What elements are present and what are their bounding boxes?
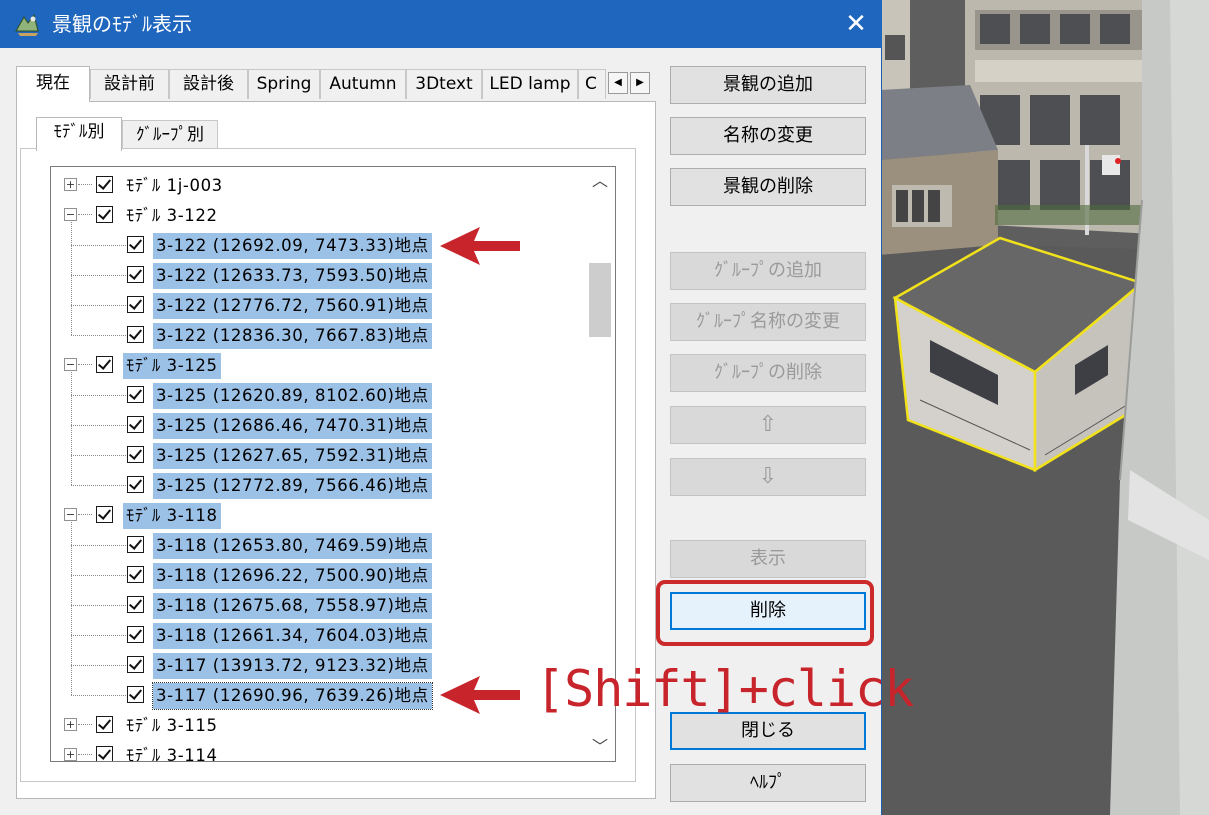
arrow-left-icon [440,227,520,265]
tab-partial[interactable]: C [578,69,606,99]
close-icon[interactable]: ✕ [830,0,882,48]
point-label: 3-117 (13913.72, 9123.32)地点 [153,653,432,679]
model-checkbox[interactable] [96,206,113,223]
tree-point-row[interactable]: 3-118 (12675.68, 7558.97)地点 [51,590,585,620]
tree-point-row[interactable]: 3-122 (12836.30, 7667.83)地点 [51,320,585,350]
move-up-icon[interactable]: ⇧ [670,406,866,444]
expand-icon[interactable]: + [64,178,77,191]
add-scene-button[interactable]: 景観の追加 [670,66,866,104]
tree-model-row[interactable]: − ﾓﾃﾞﾙ 3-125 [51,350,585,380]
point-checkbox[interactable] [127,446,144,463]
model-label: ﾓﾃﾞﾙ 3-122 [126,206,218,225]
tab-after-design[interactable]: 設計後 [169,69,248,99]
help-button[interactable]: ﾍﾙﾌﾟ [670,764,866,802]
scene-model-dialog: 景観のﾓﾃﾞﾙ表示 ✕ 現在 設計前 設計後 Spring Autumn 3Dt… [0,0,914,815]
tree-point-row[interactable]: 3-125 (12686.46, 7470.31)地点 [51,410,585,440]
point-checkbox[interactable] [127,596,144,613]
tree-point-row[interactable]: 3-118 (12696.22, 7500.90)地点 [51,560,585,590]
delete-scene-button[interactable]: 景観の削除 [670,168,866,206]
point-label: 3-125 (12772.89, 7566.46)地点 [153,473,432,499]
move-down-icon[interactable]: ⇩ [670,458,866,496]
model-tree-view[interactable]: + ﾓﾃﾞﾙ 1j-003 − ﾓﾃﾞﾙ 3-122 3-122 (12692.09, … [50,166,616,762]
subtab-by-model[interactable]: ﾓﾃﾞﾙ別 [36,117,122,151]
point-checkbox[interactable] [127,626,144,643]
tree-point-row[interactable]: 3-125 (12627.65, 7592.31)地点 [51,440,585,470]
model-label: ﾓﾃﾞﾙ 3-115 [126,716,218,735]
point-label: 3-122 (12692.09, 7473.33)地点 [153,233,432,259]
tab-scroll-right-icon[interactable]: ▶ [630,72,650,94]
model-checkbox[interactable] [96,746,113,761]
shift-click-annotation: [Shift]+click [535,660,914,718]
point-label: 3-125 (12686.46, 7470.31)地点 [153,413,432,439]
tab-led-lamp[interactable]: LED lamp [482,69,578,99]
model-checkbox[interactable] [96,716,113,733]
model-label: ﾓﾃﾞﾙ 3-125 [123,353,221,379]
point-checkbox[interactable] [127,266,144,283]
tree-point-row[interactable]: 3-125 (12772.89, 7566.46)地点 [51,470,585,500]
tab-scroll-left-icon[interactable]: ◀ [608,72,628,94]
point-checkbox[interactable] [127,476,144,493]
point-label: 3-122 (12836.30, 7667.83)地点 [153,323,432,349]
point-label: 3-125 (12620.89, 8102.60)地点 [153,383,432,409]
model-checkbox[interactable] [96,356,113,373]
point-checkbox[interactable] [127,686,144,703]
add-group-button[interactable]: ｸﾞﾙｰﾌﾟの追加 [670,252,866,290]
tree-model-row[interactable]: + ﾓﾃﾞﾙ 1j-003 [51,170,585,200]
tab-before-design[interactable]: 設計前 [90,69,169,99]
model-label: ﾓﾃﾞﾙ 3-114 [126,746,218,762]
point-label: 3-117 (12690.96, 7639.26)地点 [152,682,433,710]
point-label: 3-118 (12696.22, 7500.90)地点 [153,563,432,589]
collapse-icon[interactable]: − [64,358,77,371]
point-label: 3-118 (12675.68, 7558.97)地点 [153,593,432,619]
tree-model-row[interactable]: − ﾓﾃﾞﾙ 3-118 [51,500,585,530]
model-label: ﾓﾃﾞﾙ 3-118 [123,503,221,529]
point-label: 3-122 (12776.72, 7560.91)地点 [153,293,432,319]
point-label: 3-125 (12627.65, 7592.31)地点 [153,443,432,469]
scroll-thumb[interactable] [589,263,611,337]
3d-scene-view[interactable] [880,0,1209,815]
show-button[interactable]: 表示 [670,540,866,578]
rename-button[interactable]: 名称の変更 [670,117,866,155]
tree-point-row[interactable]: 3-122 (12776.72, 7560.91)地点 [51,290,585,320]
tab-current[interactable]: 現在 [16,66,90,102]
expand-icon[interactable]: + [64,718,77,731]
point-checkbox[interactable] [127,416,144,433]
point-checkbox[interactable] [127,566,144,583]
point-checkbox[interactable] [127,536,144,553]
scroll-down-icon[interactable]: ﹀ [585,733,615,761]
delete-highlight-box [656,580,874,646]
window-title: 景観のﾓﾃﾞﾙ表示 [52,12,192,36]
model-checkbox[interactable] [96,506,113,523]
point-checkbox[interactable] [127,296,144,313]
scroll-up-icon[interactable]: ︿ [585,167,615,195]
title-bar[interactable]: 景観のﾓﾃﾞﾙ表示 ✕ [0,0,882,48]
point-checkbox[interactable] [127,236,144,253]
collapse-icon[interactable]: − [64,508,77,521]
tab-3dtext[interactable]: 3Dtext [406,69,482,99]
model-label: ﾓﾃﾞﾙ 1j-003 [126,176,223,195]
tree-point-row[interactable]: 3-118 (12661.34, 7604.03)地点 [51,620,585,650]
scene-tab-bar: 現在 設計前 設計後 Spring Autumn 3Dtext LED lamp… [16,66,660,102]
subtab-by-group[interactable]: ｸﾞﾙｰﾌﾟ別 [122,120,218,150]
delete-group-button[interactable]: ｸﾞﾙｰﾌﾟの削除 [670,354,866,392]
arrow-left-icon [440,676,520,714]
tree-model-row[interactable]: + ﾓﾃﾞﾙ 3-114 [51,740,585,762]
point-label: 3-122 (12633.73, 7593.50)地点 [153,263,432,289]
point-checkbox[interactable] [127,386,144,403]
expand-icon[interactable]: + [64,748,77,761]
tree-point-row[interactable]: 3-125 (12620.89, 8102.60)地点 [51,380,585,410]
point-checkbox[interactable] [127,326,144,343]
tab-spring[interactable]: Spring [248,69,320,99]
point-label: 3-118 (12653.80, 7469.59)地点 [153,533,432,559]
rename-group-button[interactable]: ｸﾞﾙｰﾌﾟ名称の変更 [670,303,866,341]
tab-autumn[interactable]: Autumn [320,69,406,99]
tree-point-row[interactable]: 3-118 (12653.80, 7469.59)地点 [51,530,585,560]
scene-graphic [880,0,1209,815]
point-label: 3-118 (12661.34, 7604.03)地点 [153,623,432,649]
collapse-icon[interactable]: − [64,208,77,221]
app-icon [15,13,39,36]
point-checkbox[interactable] [127,656,144,673]
model-checkbox[interactable] [96,176,113,193]
